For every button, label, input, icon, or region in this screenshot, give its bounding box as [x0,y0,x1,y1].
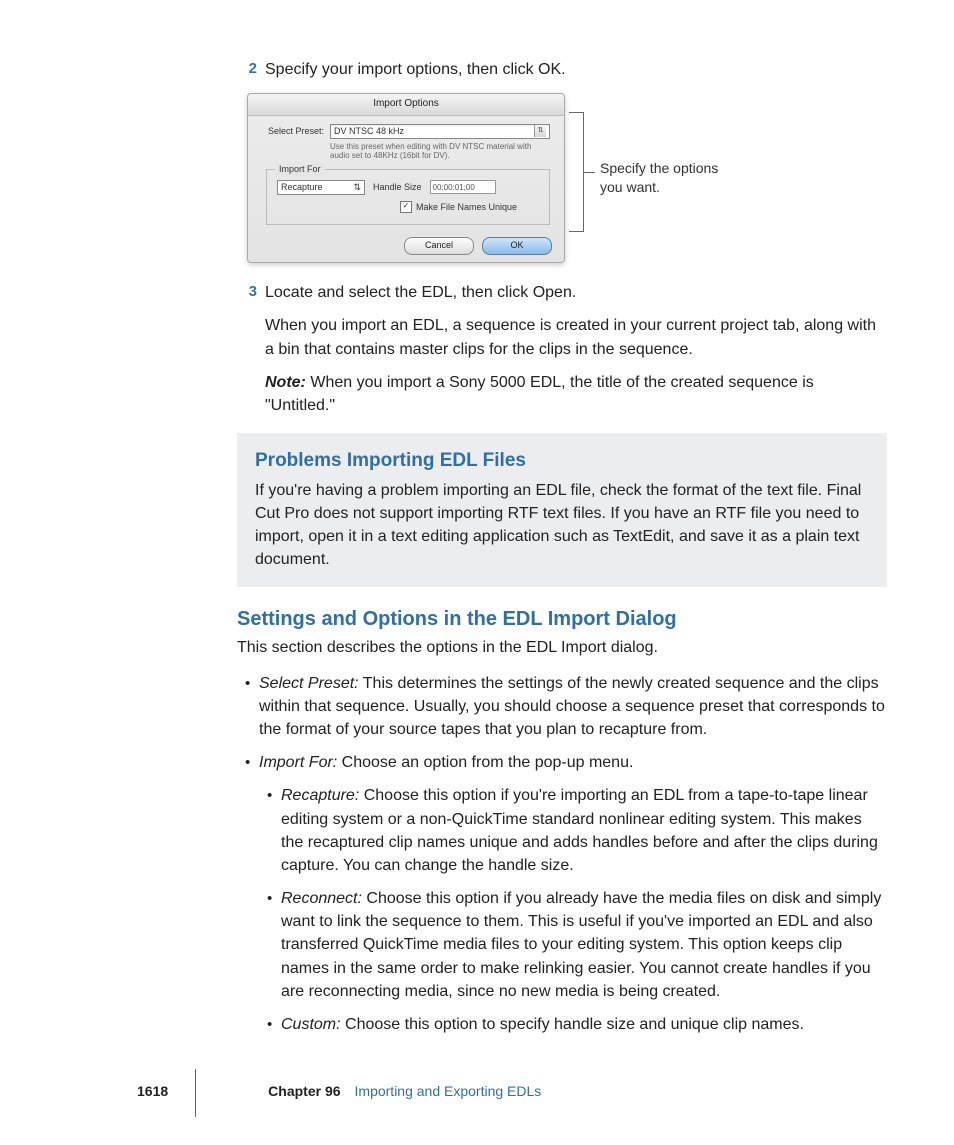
import-for-label: Import For [275,163,325,176]
step-3-note: Note: When you import a Sony 5000 EDL, t… [265,371,887,417]
chapter-label: Chapter 96 [268,1081,340,1101]
handle-size-field[interactable]: 00:00:01;00 [430,180,496,194]
import-options-dialog: Import Options Select Preset: DV NTSC 48… [247,93,565,263]
term-body: Choose this option if you already have t… [281,890,881,1000]
preset-hint: Use this preset when editing with DV NTS… [330,142,550,161]
info-box-body: If you're having a problem importing an … [255,479,869,572]
list-item: Reconnect: Choose this option if you alr… [259,887,887,1003]
import-for-value: Recapture [281,181,323,194]
term: Reconnect: [281,890,362,907]
note-text: When you import a Sony 5000 EDL, the tit… [265,374,814,414]
callout-text: Specify the options you want. [600,159,740,197]
list-item: Custom: Choose this option to specify ha… [259,1013,887,1036]
sub-list: Recapture: Choose this option if you're … [259,784,887,1036]
step-number: 2 [237,58,257,81]
term-body: Choose this option to specify handle siz… [341,1016,804,1033]
term-body: Choose an option from the pop-up menu. [337,754,633,771]
import-for-dropdown[interactable]: Recapture ⇅ [277,180,365,195]
select-preset-dropdown[interactable]: DV NTSC 48 kHz ⇅ [330,124,550,139]
step-number: 3 [237,281,257,304]
step-3: 3 Locate and select the EDL, then click … [237,281,887,304]
ok-button[interactable]: OK [482,237,552,255]
page-number: 1618 [137,1081,168,1101]
chapter-title: Importing and Exporting EDLs [355,1081,542,1101]
bullet-list: Select Preset: This determines the setti… [237,672,887,1037]
term-body: Choose this option if you're importing a… [281,787,878,874]
list-item: Import For: Choose an option from the po… [237,751,887,1036]
dialog-title: Import Options [248,94,564,116]
figure-row: Import Options Select Preset: DV NTSC 48… [237,93,887,263]
term: Recapture: [281,787,359,804]
step-text: Locate and select the EDL, then click Op… [265,281,887,304]
unique-checkbox[interactable]: ✓ [400,201,412,213]
term: Custom: [281,1016,341,1033]
info-box-heading: Problems Importing EDL Files [255,447,869,475]
list-item: Select Preset: This determines the setti… [237,672,887,742]
import-for-group: Import For Recapture ⇅ Handle Size 00:00… [266,169,550,225]
term: Select Preset: [259,675,359,692]
term: Import For: [259,754,337,771]
section-description: This section describes the options in th… [237,636,887,659]
select-preset-value: DV NTSC 48 kHz [334,125,404,138]
dropdown-arrow-icon: ⇅ [353,181,361,194]
footer: 1618 Chapter 96 Importing and Exporting … [0,1081,541,1101]
select-preset-label: Select Preset: [266,125,324,138]
step-3-description: When you import an EDL, a sequence is cr… [265,314,887,360]
info-box: Problems Importing EDL Files If you're h… [237,433,887,587]
step-text: Specify your import options, then click … [265,58,887,81]
cancel-button[interactable]: Cancel [404,237,474,255]
step-2: 2 Specify your import options, then clic… [237,58,887,81]
dialog-body: Select Preset: DV NTSC 48 kHz ⇅ Use this… [248,116,564,231]
list-item: Recapture: Choose this option if you're … [259,784,887,877]
note-label: Note: [265,374,306,391]
handle-size-label: Handle Size [373,181,422,194]
unique-checkbox-label: Make File Names Unique [416,201,517,214]
section-heading: Settings and Options in the EDL Import D… [237,605,887,634]
bracket-icon [569,112,584,232]
dropdown-arrow-icon: ⇅ [534,125,546,137]
